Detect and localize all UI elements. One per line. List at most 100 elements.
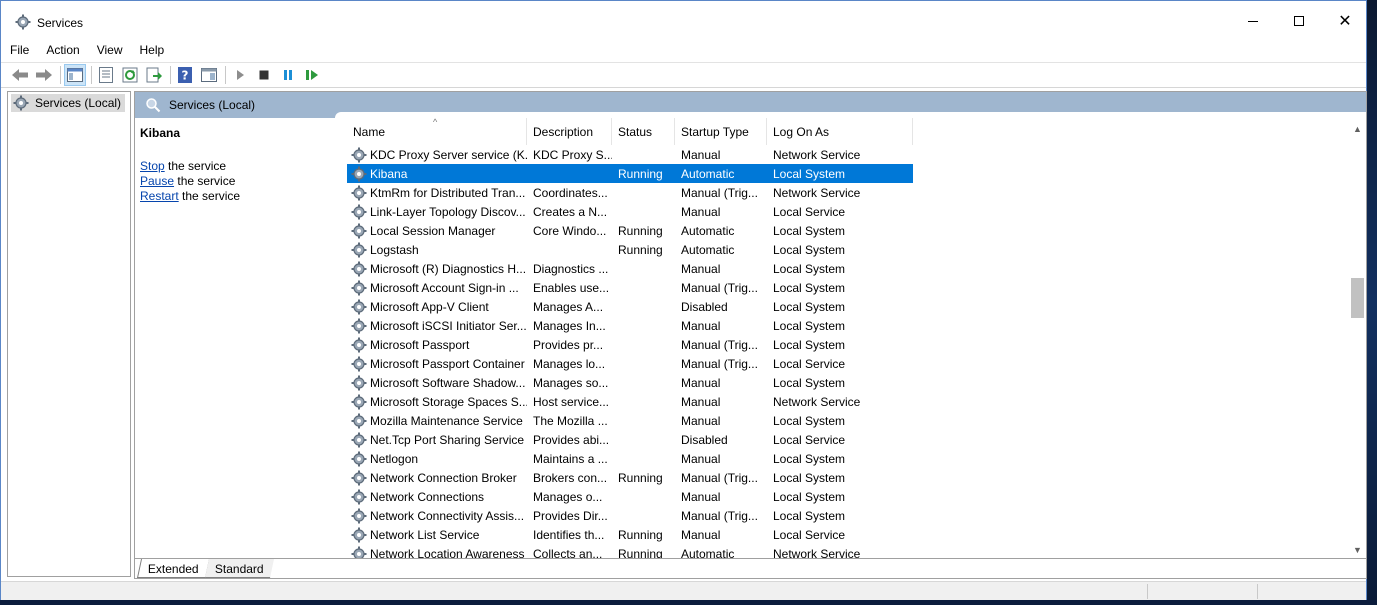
- column-header-startup-type[interactable]: Startup Type: [675, 118, 767, 145]
- service-gear-icon: [351, 413, 367, 429]
- minimize-button[interactable]: [1230, 1, 1276, 41]
- table-row[interactable]: Network Connection Broker Brokers con... R…: [347, 468, 1353, 487]
- tab-extended[interactable]: Extended: [136, 559, 209, 578]
- close-button[interactable]: ✕: [1322, 1, 1368, 41]
- pause-service-button[interactable]: [277, 64, 299, 86]
- tab-label: Extended: [147, 562, 199, 576]
- cell-startup-type: Manual: [681, 489, 721, 504]
- refresh-button[interactable]: [119, 64, 141, 86]
- cell-name: Local Session Manager: [347, 223, 527, 239]
- table-row[interactable]: Network Location Awareness Collects an...…: [347, 544, 1353, 558]
- table-row[interactable]: Link-Layer Topology Discov... Creates a N…: [347, 202, 1353, 221]
- table-row[interactable]: Microsoft iSCSI Initiator Ser... Manages …: [347, 316, 1353, 335]
- column-header-description[interactable]: Description: [527, 118, 612, 145]
- status-bar: [1, 581, 1366, 600]
- selected-service-name: Kibana: [140, 126, 181, 140]
- table-row[interactable]: Microsoft Software Shadow... Manages so..…: [347, 373, 1353, 392]
- table-row[interactable]: Microsoft Passport Container Manages lo..…: [347, 354, 1353, 373]
- table-row[interactable]: KtmRm for Distributed Tran... Coordinates…: [347, 183, 1353, 202]
- tab-standard[interactable]: Standard: [203, 559, 274, 578]
- table-row[interactable]: Netlogon Maintains a ... Manual Local Syste…: [347, 449, 1353, 468]
- table-row[interactable]: Kibana Running Automatic Local System: [347, 164, 1353, 183]
- stop-service-button[interactable]: [253, 64, 275, 86]
- vertical-scrollbar[interactable]: ▲ ▼: [1349, 118, 1366, 558]
- cell-name: Microsoft Software Shadow...: [347, 375, 527, 391]
- properties-button[interactable]: [95, 64, 117, 86]
- back-button[interactable]: [9, 64, 31, 86]
- service-name: Microsoft Storage Spaces S...: [370, 394, 527, 409]
- cell-name: Network Connectivity Assis...: [347, 508, 527, 524]
- restart-service-link[interactable]: Restart: [140, 189, 179, 203]
- table-row[interactable]: Logstash Running Automatic Local System: [347, 240, 1353, 259]
- row-cells: Network List Service Identifies th... Runn…: [347, 525, 913, 544]
- cell-name: Microsoft iSCSI Initiator Ser...: [347, 318, 527, 334]
- table-row[interactable]: Network Connectivity Assis... Provides Di…: [347, 506, 1353, 525]
- cell-startup-type: Automatic: [681, 166, 735, 181]
- show-hide-tree-button[interactable]: [64, 64, 86, 86]
- cell-log-on-as: Local System: [773, 489, 846, 504]
- service-gear-icon: [351, 337, 367, 353]
- scrollbar-thumb[interactable]: [1351, 278, 1364, 318]
- service-name: Kibana: [370, 166, 408, 181]
- help-button[interactable]: ?: [174, 64, 196, 86]
- service-gear-icon: [351, 147, 367, 163]
- row-cells: Local Session Manager Core Windo... Runnin…: [347, 221, 913, 240]
- cell-startup-type: Automatic: [681, 223, 735, 238]
- cell-name: Microsoft App-V Client: [347, 299, 527, 315]
- table-row[interactable]: Net.Tcp Port Sharing Service Provides abi…: [347, 430, 1353, 449]
- table-row[interactable]: Network Connections Manages o... Manual Loc…: [347, 487, 1353, 506]
- service-name: Mozilla Maintenance Service: [370, 413, 523, 428]
- pause-service-link[interactable]: Pause: [140, 174, 174, 188]
- help-icon: ?: [178, 67, 192, 83]
- table-row[interactable]: Local Session Manager Core Windo... Runnin…: [347, 221, 1353, 240]
- maximize-icon: [1294, 16, 1304, 26]
- cell-startup-type: Manual: [681, 261, 721, 276]
- menu-action[interactable]: Action: [37, 41, 87, 61]
- status-bar-segment: [1257, 584, 1258, 599]
- menu-help[interactable]: Help: [131, 41, 173, 61]
- table-row[interactable]: Network List Service Identifies th... Runn…: [347, 525, 1353, 544]
- start-service-button[interactable]: [229, 64, 251, 86]
- row-cells: Logstash Running Automatic Local System: [347, 240, 913, 259]
- close-icon: ✕: [1338, 13, 1352, 30]
- scroll-up-icon[interactable]: ▲: [1349, 120, 1366, 137]
- service-name: Link-Layer Topology Discov...: [370, 204, 526, 219]
- table-row[interactable]: Microsoft Account Sign-in ... Enables use…: [347, 278, 1353, 297]
- resume-service-button[interactable]: [301, 64, 323, 86]
- menu-view[interactable]: View: [88, 41, 131, 61]
- cell-log-on-as: Local System: [773, 318, 846, 333]
- cell-name: KtmRm for Distributed Tran...: [347, 185, 527, 201]
- status-bar-segment: [1147, 584, 1148, 599]
- table-row[interactable]: Microsoft (R) Diagnostics H... Diagnostic…: [347, 259, 1353, 278]
- column-header-name[interactable]: Name ^: [347, 118, 527, 145]
- cell-name: Netlogon: [347, 451, 527, 467]
- cell-startup-type: Manual: [681, 451, 721, 466]
- column-header-log-on-as[interactable]: Log On As: [767, 118, 913, 145]
- forward-button[interactable]: [33, 64, 55, 86]
- show-hide-tree-icon: [67, 68, 83, 82]
- cell-description: Brokers con...: [533, 470, 608, 485]
- scroll-down-icon[interactable]: ▼: [1349, 541, 1366, 558]
- table-row[interactable]: Mozilla Maintenance Service The Mozilla .…: [347, 411, 1353, 430]
- table-row[interactable]: Microsoft App-V Client Manages A... Disabl…: [347, 297, 1353, 316]
- cell-description: Manages In...: [533, 318, 606, 333]
- row-cells: Microsoft Passport Container Manages lo..…: [347, 354, 913, 373]
- start-service-icon: [237, 70, 244, 80]
- show-hide-action-pane-button[interactable]: [198, 64, 220, 86]
- table-row[interactable]: Microsoft Passport Provides pr... Manual (…: [347, 335, 1353, 354]
- maximize-button[interactable]: [1276, 1, 1322, 41]
- cell-name: Mozilla Maintenance Service: [347, 413, 527, 429]
- export-list-button[interactable]: [143, 64, 165, 86]
- cell-startup-type: Manual: [681, 318, 721, 333]
- column-header-status[interactable]: Status: [612, 118, 675, 145]
- tree-item-services-local[interactable]: Services (Local): [11, 94, 125, 112]
- menu-file[interactable]: File: [1, 41, 37, 61]
- stop-service-link[interactable]: Stop: [140, 159, 165, 173]
- show-hide-action-pane-icon: [201, 68, 217, 82]
- cell-startup-type: Automatic: [681, 546, 735, 559]
- table-row[interactable]: Microsoft Storage Spaces S... Host servic…: [347, 392, 1353, 411]
- cell-startup-type: Manual: [681, 413, 721, 428]
- row-cells: Network Location Awareness Collects an...…: [347, 544, 913, 558]
- row-cells: Microsoft Software Shadow... Manages so..…: [347, 373, 913, 392]
- table-row[interactable]: KDC Proxy Server service (K... KDC Proxy …: [347, 145, 1353, 164]
